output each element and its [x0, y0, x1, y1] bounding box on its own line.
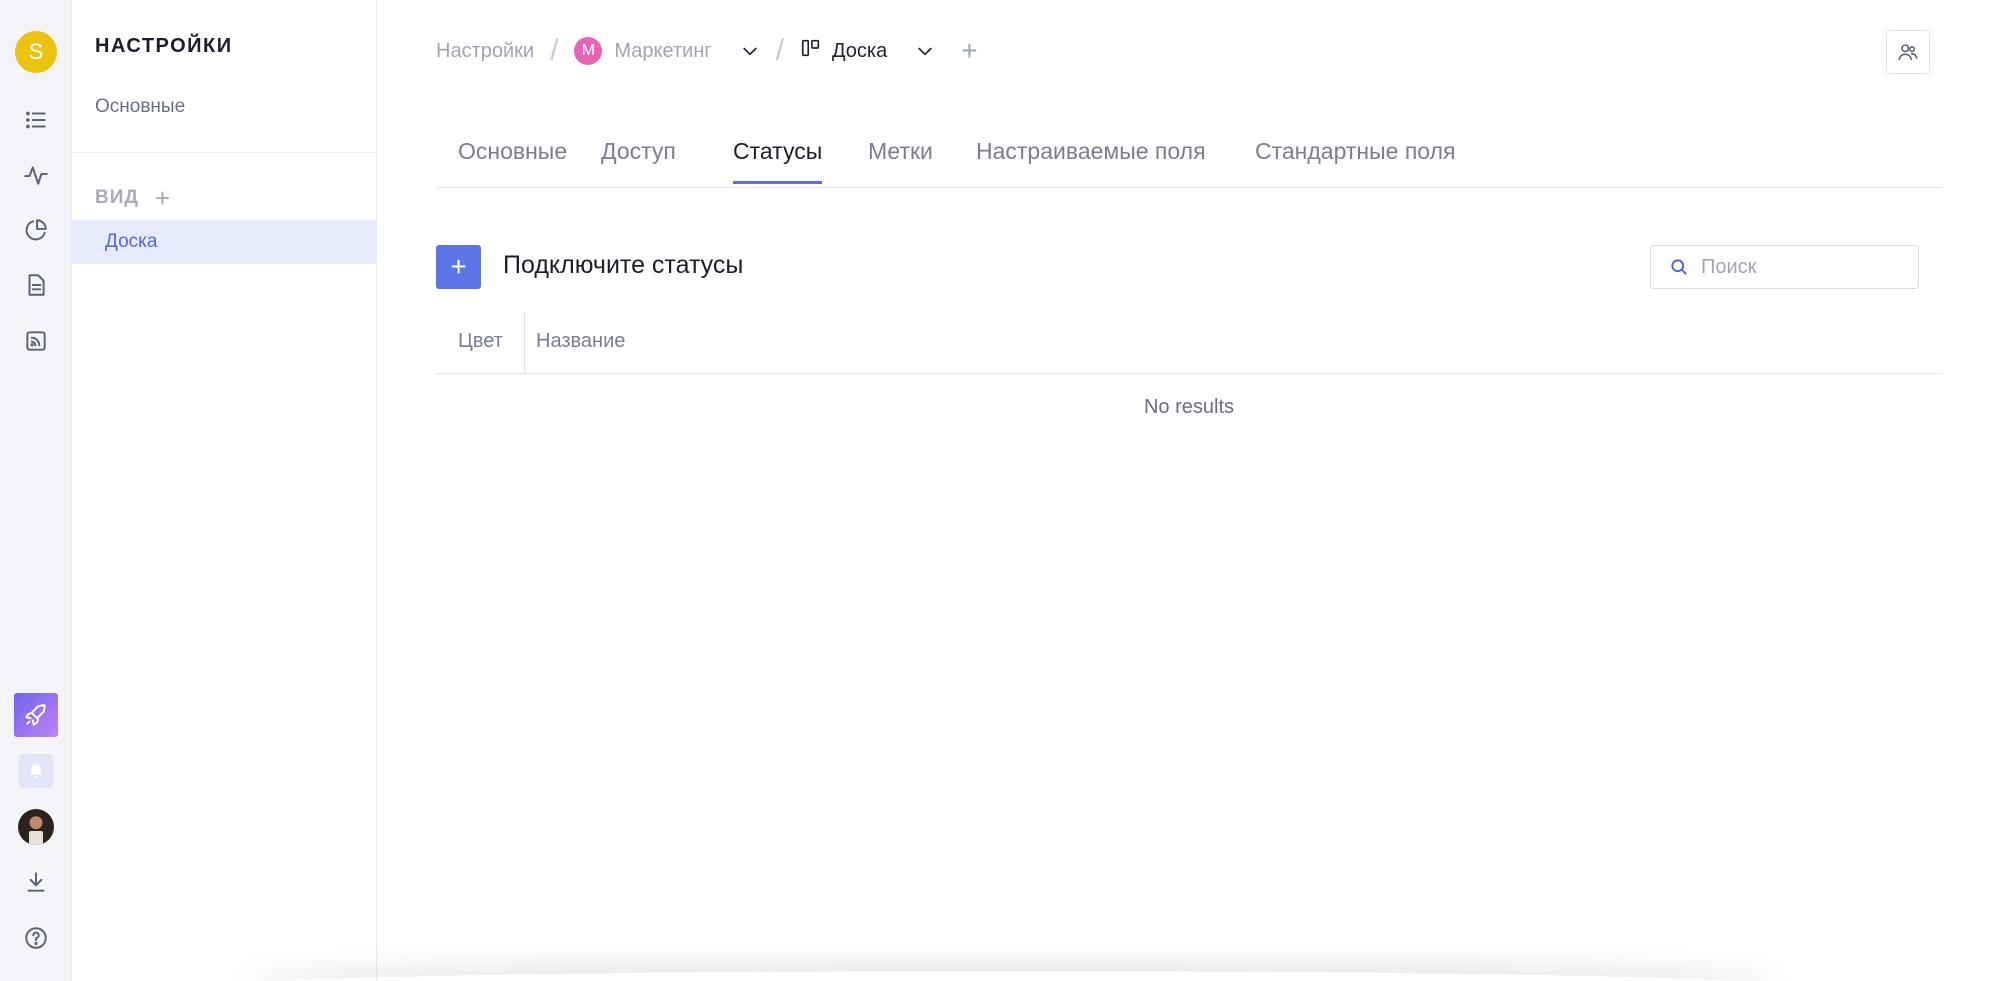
column-divider[interactable] — [524, 311, 525, 374]
sidebar-item-general[interactable]: Основные — [95, 96, 185, 118]
chevron-down-icon[interactable] — [915, 41, 935, 61]
user-avatar[interactable] — [18, 809, 54, 845]
activity-icon[interactable] — [18, 157, 54, 193]
rocket-icon[interactable] — [14, 693, 58, 737]
settings-sidebar: НАСТРОЙКИ Основные ВИД + Доска — [72, 0, 377, 981]
search-field[interactable] — [1650, 245, 1919, 289]
section-label: ВИД — [95, 187, 139, 208]
tab-tags[interactable]: Метки — [868, 138, 933, 181]
search-icon — [1671, 259, 1687, 275]
tab-custom-fields[interactable]: Настраиваемые поля — [976, 138, 1206, 181]
empty-state: No results — [1143, 396, 1235, 418]
rss-icon[interactable] — [18, 323, 54, 359]
column-header-name[interactable]: Название — [536, 330, 625, 353]
statuses-table: Цвет Название No results — [436, 311, 1942, 418]
table-header: Цвет Название — [436, 311, 1942, 374]
download-icon[interactable] — [18, 864, 54, 900]
search-input[interactable] — [1701, 255, 1901, 279]
sidebar-item-label: Доска — [105, 231, 158, 252]
view-name: Доска — [832, 39, 888, 62]
tab-standard-fields[interactable]: Стандартные поля — [1255, 138, 1455, 181]
pie-chart-icon[interactable] — [18, 212, 54, 248]
help-icon[interactable] — [18, 920, 54, 956]
add-view-button[interactable]: + — [155, 185, 171, 211]
add-view-button[interactable]: + — [961, 37, 977, 65]
document-icon[interactable] — [18, 267, 54, 303]
sidebar-title: НАСТРОЙКИ — [95, 35, 233, 57]
sidebar-item-board[interactable]: Доска — [72, 220, 377, 264]
column-header-color[interactable]: Цвет — [458, 330, 503, 353]
workspace-avatar[interactable]: S — [15, 31, 57, 73]
sidebar-divider — [72, 152, 377, 153]
icon-rail: S — [0, 0, 72, 981]
board-icon — [800, 37, 822, 65]
breadcrumb-separator: / — [775, 34, 785, 67]
bell-icon[interactable] — [19, 754, 53, 788]
breadcrumb-space[interactable]: М Маркетинг — [574, 37, 712, 65]
sidebar-section-view: ВИД + — [95, 185, 171, 211]
main-content: Настройки / М Маркетинг / Доска + Основн… — [377, 0, 2000, 981]
list-icon[interactable] — [18, 102, 54, 138]
app-window: S НАСТРОЙКИ Основные ВИД + Доска Настрой… — [0, 0, 2000, 981]
tab-general[interactable]: Основные — [458, 138, 567, 181]
breadcrumb-separator: / — [550, 34, 559, 67]
section-title: Подключите статусы — [503, 251, 744, 279]
settings-tabs: Основные Доступ Статусы Метки Настраивае… — [436, 130, 1942, 188]
breadcrumb: Настройки / М Маркетинг / Доска + — [436, 34, 978, 67]
tab-access[interactable]: Доступ — [601, 138, 676, 181]
tab-statuses[interactable]: Статусы — [733, 138, 823, 184]
chevron-down-icon[interactable] — [740, 41, 760, 61]
breadcrumb-view[interactable]: Доска — [800, 37, 887, 65]
space-name: Маркетинг — [614, 39, 712, 62]
breadcrumb-settings[interactable]: Настройки — [436, 40, 534, 63]
members-button[interactable] — [1886, 30, 1930, 74]
users-icon — [1898, 44, 1918, 61]
add-status-button[interactable]: + — [436, 245, 481, 289]
space-badge: М — [574, 37, 603, 65]
